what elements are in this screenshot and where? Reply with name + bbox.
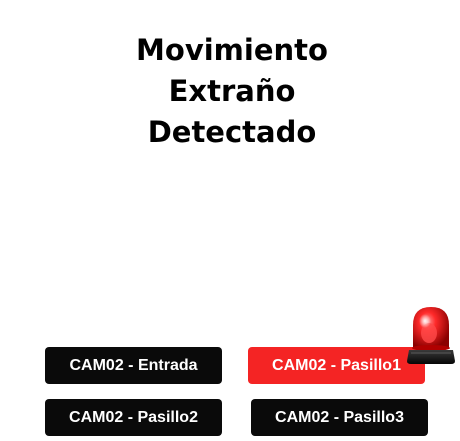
siren-icon	[407, 307, 455, 364]
alert-title-line-1: Movimiento	[136, 33, 328, 67]
camera-button-pasillo1[interactable]: CAM02 - Pasillo1	[248, 347, 425, 384]
alert-title-line-2: Extraño	[168, 74, 296, 108]
alert-title: Movimiento Extraño Detectado	[0, 30, 460, 153]
camera-button-entrada[interactable]: CAM02 - Entrada	[45, 347, 222, 384]
camera-button-pasillo3[interactable]: CAM02 - Pasillo3	[251, 399, 428, 436]
alert-title-line-3: Detectado	[147, 115, 317, 149]
camera-button-pasillo2[interactable]: CAM02 - Pasillo2	[45, 399, 222, 436]
